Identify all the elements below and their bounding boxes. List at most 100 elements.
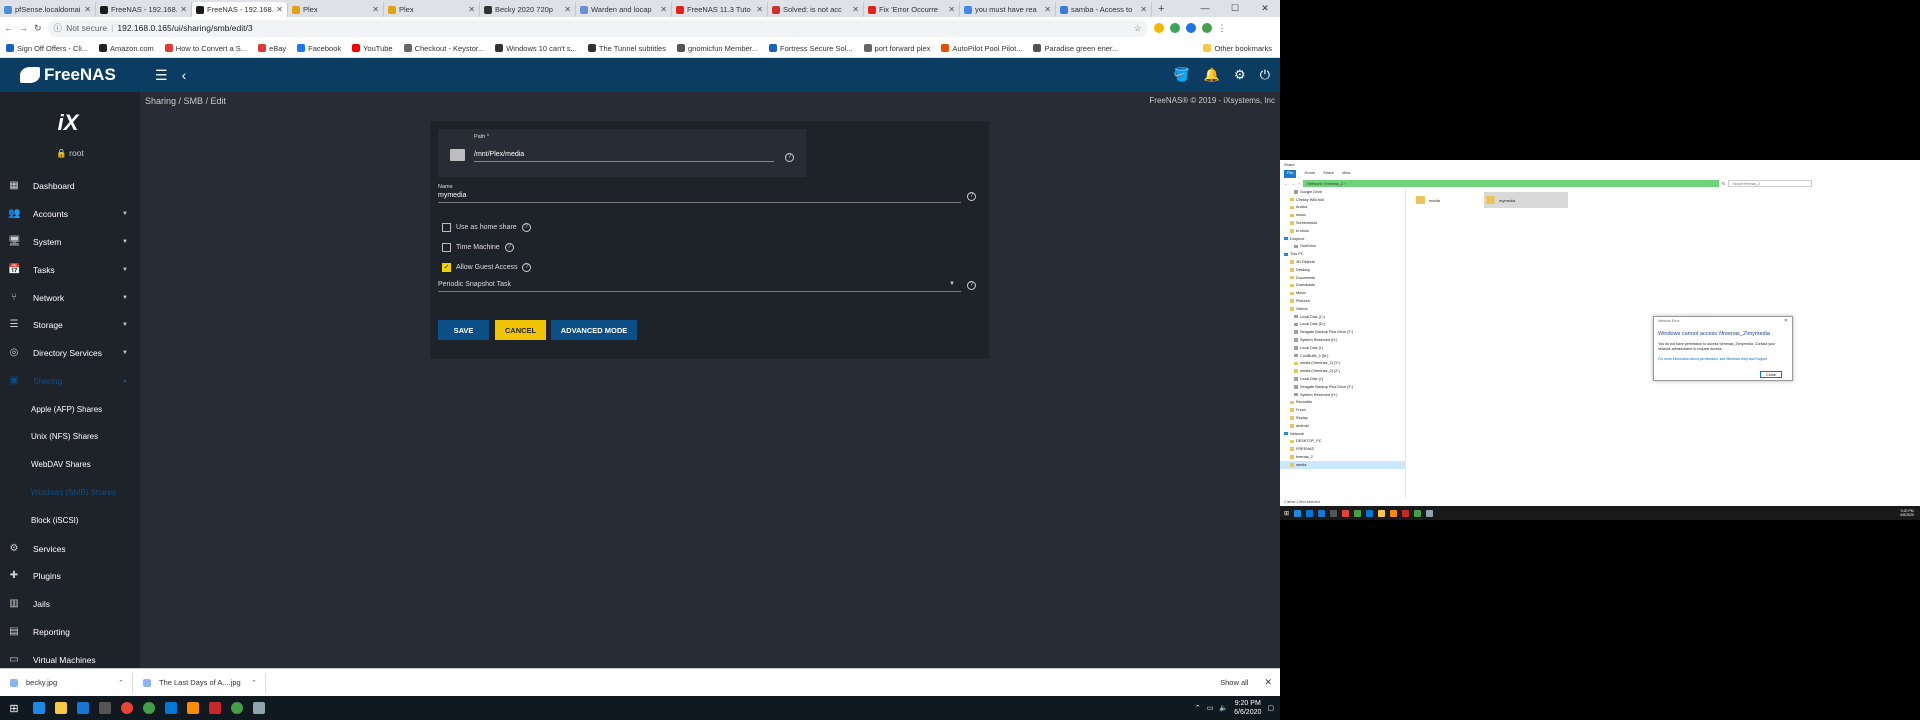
browser-tab[interactable]: you must have rea ✕ [960, 2, 1056, 17]
volume-tray-icon[interactable]: 🔈 [1219, 704, 1228, 712]
chevron-up-icon[interactable]: ⌃ [118, 679, 124, 687]
app-taskbar-icon[interactable] [1354, 509, 1362, 517]
address-bar[interactable]: ⓘ Not secure | 192.168.0.165/ui/sharing/… [47, 19, 1148, 37]
app-taskbar-icon[interactable] [94, 701, 116, 715]
sidebar-item-accounts[interactable]: 👥 Accounts ▼ [0, 200, 140, 228]
tab-close-icon[interactable]: ✕ [1044, 5, 1051, 14]
ribbon-tab-home[interactable]: Home [1304, 170, 1315, 178]
nav-pane-item[interactable]: CoolBuffs_2 (M:) [1280, 352, 1405, 360]
bookmark-item[interactable]: How to Convert a S... [164, 44, 247, 53]
tab-close-icon[interactable]: ✕ [564, 5, 571, 14]
nav-pane-item[interactable]: Network [1280, 430, 1405, 438]
tab-close-icon[interactable]: ✕ [84, 5, 91, 14]
file-explorer-taskbar-icon[interactable] [1378, 509, 1386, 517]
time-machine-checkbox[interactable]: Time Machine ? [442, 243, 514, 252]
nav-pane-item[interactable]: OneDrive [1280, 243, 1405, 251]
guest-access-help-icon[interactable]: ? [522, 263, 532, 272]
bookmark-item[interactable]: Windows 10 can't s... [495, 44, 577, 53]
tab-close-icon[interactable]: ✕ [468, 5, 475, 14]
notifications-bell-icon[interactable]: 🔔 [1204, 67, 1220, 83]
up-arrow-icon[interactable]: ↑ [1298, 181, 1300, 186]
browser-tab[interactable]: FreeNAS 11.3 Tuto ✕ [672, 2, 768, 17]
new-tab-button[interactable]: + [1152, 2, 1170, 17]
cancel-button[interactable]: CANCEL [495, 320, 546, 340]
sidebar-item-network[interactable]: ⑂ Network ▼ [0, 284, 140, 312]
nav-pane-item[interactable]: Fresh [1280, 406, 1405, 414]
tab-close-icon[interactable]: ✕ [756, 5, 763, 14]
other-bookmarks[interactable]: Other bookmarks [1203, 44, 1280, 53]
nav-pane-item[interactable]: media (\\freenas_2) (Z:) [1280, 367, 1405, 375]
dialog-close-icon[interactable]: ✕ [1784, 318, 1788, 324]
show-all-downloads-button[interactable]: Show all [1212, 674, 1256, 691]
app-taskbar-icon[interactable] [182, 701, 204, 715]
nav-pane-item[interactable]: media [1280, 460, 1405, 469]
nav-pane-item[interactable]: DESKTOP_PC [1280, 438, 1405, 446]
sidebar-item-storage[interactable]: ☰ Storage ▼ [0, 311, 140, 339]
nav-pane-item[interactable]: Documents [1280, 274, 1405, 282]
dialog-close-button[interactable]: Close [1760, 371, 1782, 378]
close-downloads-icon[interactable]: ✕ [1256, 677, 1280, 688]
secondary-clock[interactable]: 9:20 PM 6/6/2020 [1900, 509, 1920, 517]
nav-pane-item[interactable]: Chekky Wiki bull [1280, 196, 1405, 204]
network-tray-icon[interactable]: ▭ [1207, 704, 1214, 712]
folder-item-media[interactable]: media [1414, 192, 1474, 208]
tab-close-icon[interactable]: ✕ [660, 5, 667, 14]
utorrent-taskbar-icon[interactable] [1414, 509, 1422, 517]
time-machine-help-icon[interactable]: ? [504, 243, 514, 252]
bookmark-item[interactable]: eBay [258, 44, 286, 53]
app-taskbar-icon[interactable] [1390, 509, 1398, 517]
tab-close-icon[interactable]: ✕ [948, 5, 955, 14]
file-explorer-taskbar-icon[interactable] [50, 701, 72, 715]
bookmark-item[interactable]: YouTube [352, 44, 393, 53]
bookmark-star-icon[interactable]: ☆ [1134, 23, 1142, 34]
explorer-search-input[interactable]: Search freenas_2 [1728, 179, 1813, 187]
ribbon-tab-share[interactable]: Share [1323, 170, 1334, 178]
nav-pane-item[interactable]: Downloads [1280, 282, 1405, 290]
nav-pane-item[interactable]: android [1280, 422, 1405, 430]
windows-start-icon[interactable]: ⊞ [1284, 510, 1289, 517]
sidebar-subitem-windows-smb-shares[interactable]: Windows (SMB) Shares [0, 479, 140, 507]
ribbon-tab-view[interactable]: View [1342, 170, 1351, 178]
nav-pane-item[interactable]: tv show [1280, 227, 1405, 235]
folder-icon[interactable] [450, 149, 465, 161]
nav-pane-item[interactable]: Local Disk (I:) [1280, 375, 1405, 383]
nav-pane-item[interactable]: Dropbox [1280, 235, 1405, 243]
nav-pane-item[interactable]: Seagate Backup Plus Drive (F:) [1280, 383, 1405, 391]
grammarly-extension-icon[interactable] [1169, 23, 1180, 33]
utorrent-taskbar-icon[interactable] [226, 701, 248, 715]
sidebar-item-plugins[interactable]: ✚ Plugins [0, 562, 140, 590]
browser-tab[interactable]: Becky 2020 720p ✕ [480, 2, 576, 17]
sidebar-item-dashboard[interactable]: ▦ Dashboard [0, 172, 140, 200]
mail-taskbar-icon[interactable] [1366, 509, 1374, 517]
app-taskbar-icon[interactable] [1330, 509, 1338, 517]
periodic-snapshot-select[interactable]: Periodic Snapshot Task [438, 281, 961, 292]
forward-arrow-icon[interactable]: → [1291, 181, 1295, 186]
checkbox-box[interactable] [442, 243, 451, 252]
bookmark-item[interactable]: AutoPilot Pool Pilot... [941, 44, 1022, 53]
sidebar-subitem-webdav-shares[interactable]: WebDAV Shares [0, 451, 140, 479]
minimize-button[interactable]: — [1190, 0, 1220, 17]
home-share-help-icon[interactable]: ? [521, 223, 531, 232]
dialog-help-link[interactable]: For more information about permissions, … [1658, 357, 1790, 361]
nav-pane-item[interactable]: Recordits [1280, 399, 1405, 407]
app-taskbar-icon[interactable] [1318, 509, 1326, 517]
app-taskbar-icon[interactable] [1306, 509, 1314, 517]
tab-close-icon[interactable]: ✕ [372, 5, 379, 14]
bookmark-item[interactable]: gnomicfun Member... [676, 44, 758, 53]
nav-pane-item[interactable]: Seagate Backup Plus Drive (F:) [1280, 328, 1405, 336]
sidebar-item-services[interactable]: ⚙ Services [0, 535, 140, 563]
sidebar-item-reporting[interactable]: ▤ Reporting [0, 618, 140, 646]
nav-pane-item[interactable]: Replay [1280, 414, 1405, 422]
sidebar-item-tasks[interactable]: 📅 Tasks ▼ [0, 256, 140, 284]
path-input[interactable]: /mnt/Plex/media [474, 151, 774, 162]
nav-pane-item[interactable]: Local Disk (I:) [1280, 344, 1405, 352]
nav-pane-item[interactable]: Pictures [1280, 297, 1405, 305]
app-taskbar-icon[interactable] [1426, 509, 1434, 517]
internet-explorer-taskbar-icon[interactable] [72, 701, 94, 715]
browser-tab[interactable]: FreeNAS - 192.168.0 ✕ [192, 2, 288, 17]
bookmark-item[interactable]: Sign Off Offers - Cli... [6, 44, 88, 53]
browser-tab[interactable]: Warden and locap ✕ [576, 2, 672, 17]
sidebar-subitem-apple-afp-shares[interactable]: Apple (AFP) Shares [0, 395, 140, 423]
nav-pane-item[interactable]: music [1280, 211, 1405, 219]
extension-icon[interactable] [1185, 23, 1196, 33]
